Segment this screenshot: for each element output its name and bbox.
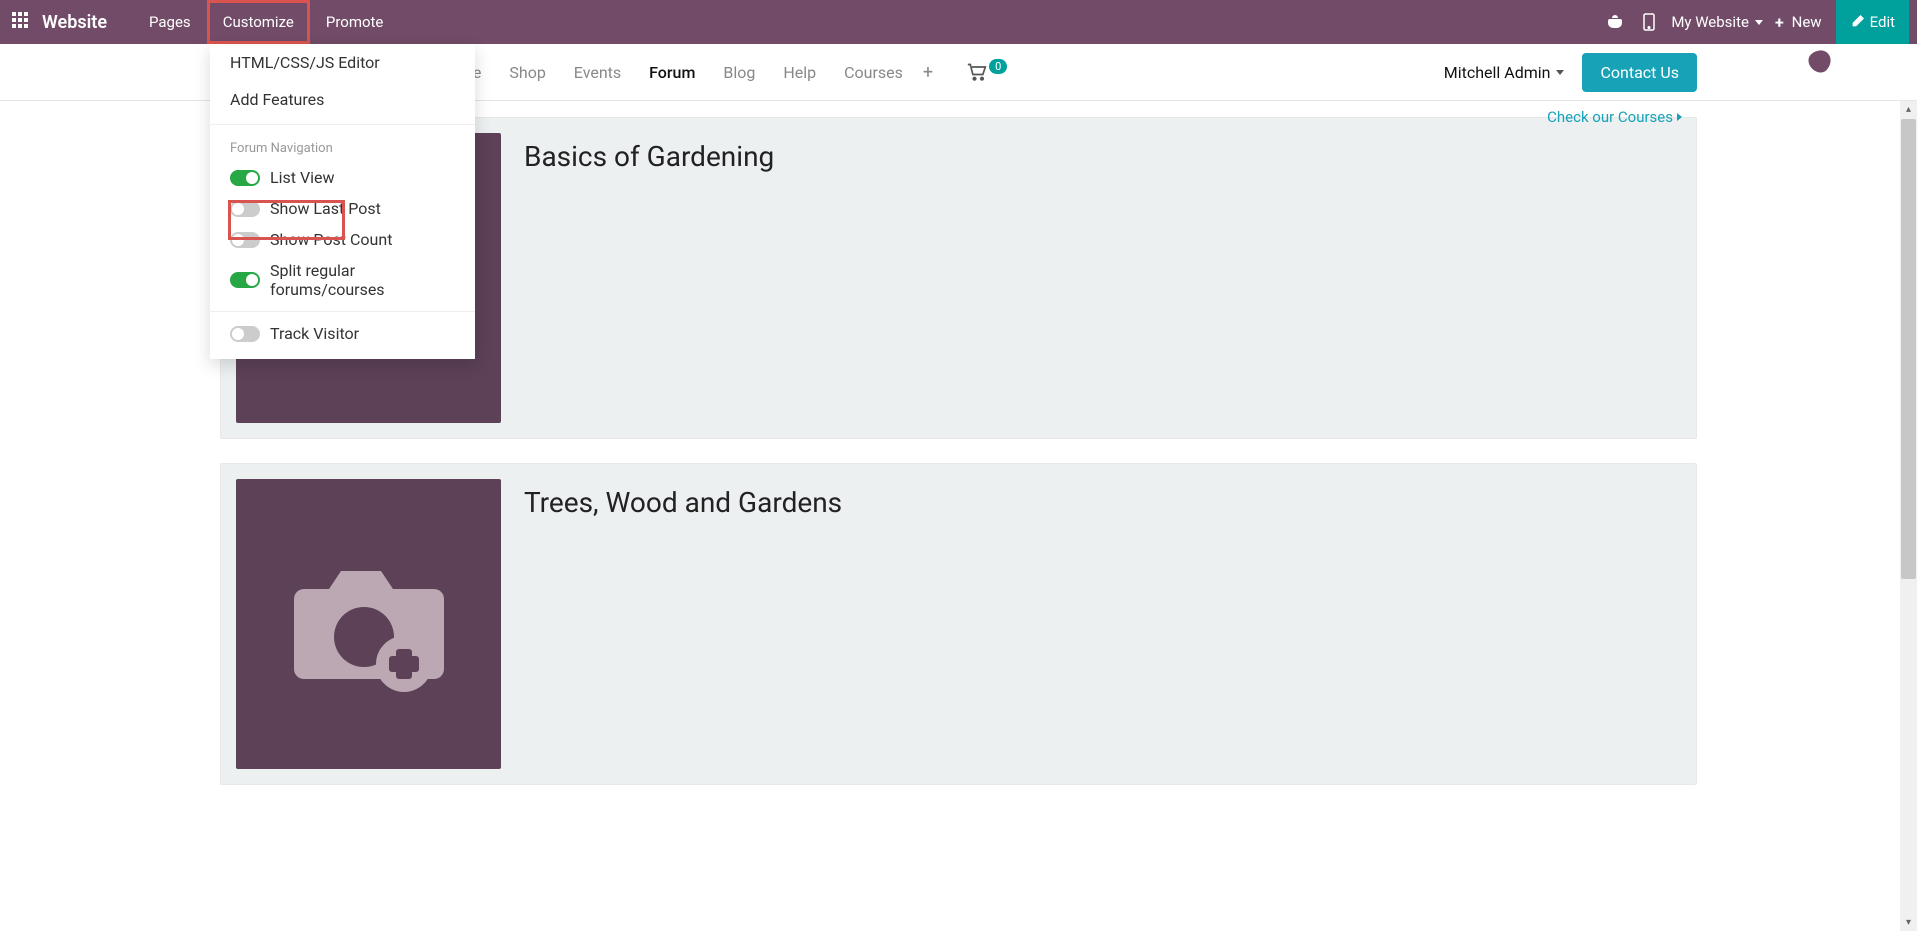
dd-html-editor[interactable]: HTML/CSS/JS Editor: [210, 44, 475, 81]
website-editor-topbar: Website Pages Customize Promote My Websi…: [0, 0, 1917, 44]
toggle-label: Show Last Post: [270, 199, 381, 218]
check-courses-label: Check our Courses: [1547, 108, 1673, 126]
dd-toggle-list-view[interactable]: List View: [210, 162, 475, 193]
toggle-switch[interactable]: [230, 272, 260, 288]
site-nav-help[interactable]: Help: [769, 63, 830, 82]
chevron-right-icon: [1677, 113, 1682, 121]
dd-toggle-last-post[interactable]: Show Last Post: [210, 193, 475, 224]
forum-thumb-placeholder: [236, 479, 501, 769]
toggle-label: Track Visitor: [270, 324, 359, 343]
add-menu-icon[interactable]: +: [923, 62, 933, 83]
camera-plus-icon: [284, 549, 454, 699]
toggle-label: Split regular forums/courses: [270, 261, 455, 299]
bug-icon[interactable]: [1607, 14, 1623, 30]
forum-title: Trees, Wood and Gardens: [516, 464, 842, 784]
mobile-preview-icon[interactable]: [1643, 13, 1655, 31]
dd-toggle-split[interactable]: Split regular forums/courses: [210, 255, 475, 305]
caret-down-icon: [1755, 20, 1763, 25]
edit-button[interactable]: Edit: [1836, 0, 1909, 44]
my-website-dropdown[interactable]: My Website: [1671, 13, 1763, 31]
cart-badge: 0: [989, 59, 1007, 74]
topnav-pages[interactable]: Pages: [133, 0, 207, 44]
cart-button[interactable]: 0: [967, 63, 1007, 81]
apps-icon[interactable]: [12, 12, 32, 32]
topbar-nav: Pages Customize Promote: [133, 0, 399, 44]
site-nav-shop[interactable]: Shop: [495, 63, 559, 82]
toggle-switch[interactable]: [230, 326, 260, 342]
dd-section-forum-nav: Forum Navigation: [210, 131, 475, 162]
site-nav-blog[interactable]: Blog: [709, 63, 769, 82]
site-nav: ie Shop Events Forum Blog Help Courses +: [455, 62, 933, 83]
toggle-label: List View: [270, 168, 335, 187]
site-nav-events[interactable]: Events: [560, 63, 635, 82]
dd-add-features[interactable]: Add Features: [210, 81, 475, 118]
forum-title: Basics of Gardening: [516, 118, 774, 438]
contact-us-button[interactable]: Contact Us: [1582, 53, 1697, 92]
toggle-switch[interactable]: [230, 170, 260, 186]
pencil-icon: [1850, 15, 1864, 29]
user-menu[interactable]: Mitchell Admin: [1444, 63, 1565, 82]
topnav-promote[interactable]: Promote: [310, 0, 400, 44]
scroll-down-arrow[interactable]: ▾: [1900, 914, 1917, 931]
user-name: Mitchell Admin: [1444, 63, 1551, 82]
toggle-switch[interactable]: [230, 232, 260, 248]
toggle-label: Show Post Count: [270, 230, 392, 249]
new-label: New: [1792, 13, 1822, 31]
customize-dropdown: HTML/CSS/JS Editor Add Features Forum Na…: [210, 44, 475, 359]
toggle-switch[interactable]: [230, 201, 260, 217]
check-courses-link[interactable]: Check our Courses: [1547, 108, 1682, 126]
plus-icon: +: [1775, 13, 1784, 32]
scroll-up-arrow[interactable]: ▴: [1900, 101, 1917, 118]
divider: [210, 311, 475, 312]
scrollbar-thumb[interactable]: [1901, 119, 1916, 579]
dd-toggle-post-count[interactable]: Show Post Count: [210, 224, 475, 255]
cart-icon: [967, 63, 987, 81]
divider: [210, 124, 475, 125]
caret-down-icon: [1556, 70, 1564, 75]
topnav-customize[interactable]: Customize: [207, 0, 310, 44]
dd-toggle-track[interactable]: Track Visitor: [210, 318, 475, 349]
new-button[interactable]: + New: [1775, 13, 1822, 32]
site-nav-courses[interactable]: Courses: [830, 63, 917, 82]
edit-label: Edit: [1870, 13, 1895, 31]
app-brand[interactable]: Website: [42, 12, 107, 33]
scrollbar-track[interactable]: ▴ ▾: [1900, 101, 1917, 931]
my-website-label: My Website: [1671, 13, 1749, 31]
site-nav-forum[interactable]: Forum: [635, 63, 709, 82]
forum-card[interactable]: Trees, Wood and Gardens: [220, 463, 1697, 785]
